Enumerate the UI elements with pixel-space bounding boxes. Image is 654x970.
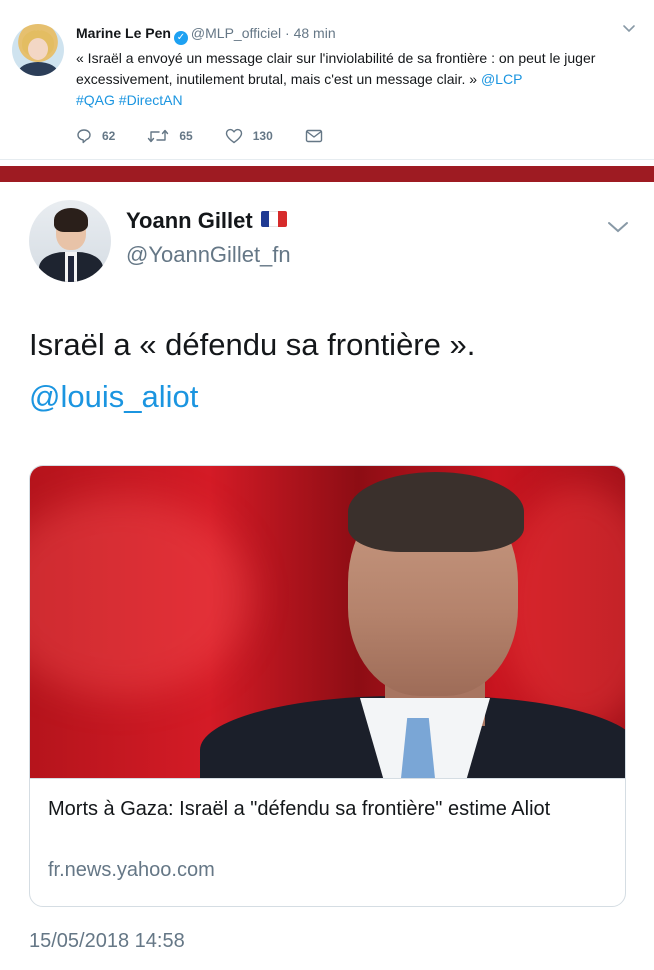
like-count: 130: [252, 129, 273, 143]
like-button[interactable]: 130: [225, 128, 273, 144]
quoted-tweet-marine-le-pen[interactable]: Marine Le Pen ✓ @MLP_officiel · 48 min « I…: [0, 0, 654, 160]
card-body: Morts à Gaza: Israël a "défendu sa front…: [30, 778, 625, 906]
author-name-block: Yoann Gillet: [126, 208, 287, 234]
reply-icon: [77, 129, 91, 144]
tweet-time[interactable]: 48 min: [294, 25, 336, 41]
tweet-text: Israël a « défendu sa frontière ».: [29, 327, 476, 362]
author-name[interactable]: Yoann Gillet: [126, 208, 253, 233]
card-title: Morts à Gaza: Israël a "défendu sa front…: [48, 798, 551, 820]
direct-message-button[interactable]: [305, 128, 333, 144]
avatar[interactable]: [12, 24, 64, 76]
retweet-icon: [148, 129, 169, 143]
tweet-actions: 62 65 130: [76, 128, 365, 144]
chevron-down-icon[interactable]: [606, 218, 630, 236]
chevron-down-icon[interactable]: [622, 22, 636, 36]
hashtags-link[interactable]: #QAG #DirectAN: [76, 92, 183, 108]
retweet-count: 65: [179, 129, 193, 143]
card-image: [30, 466, 625, 778]
tweet-timestamp[interactable]: 15/05/2018 14:58: [29, 930, 185, 953]
separator-dot: ·: [285, 25, 290, 41]
card-domain: fr.news.yahoo.com: [48, 859, 215, 881]
mention-link[interactable]: @LCP: [481, 71, 522, 87]
author-name[interactable]: Marine Le Pen: [76, 25, 171, 41]
avatar[interactable]: [29, 200, 111, 282]
red-divider: [0, 166, 654, 182]
mention-link[interactable]: @louis_aliot: [29, 378, 198, 416]
reply-button[interactable]: 62: [76, 128, 115, 144]
link-preview-card[interactable]: Morts à Gaza: Israël a "défendu sa front…: [29, 465, 626, 907]
french-flag-icon: [260, 211, 287, 227]
author-handle[interactable]: @MLP_officiel: [191, 25, 281, 41]
author-handle[interactable]: @YoannGillet_fn: [126, 242, 291, 268]
verified-icon: ✓: [173, 31, 188, 45]
tweet-text: « Israël a envoyé un message clair sur l…: [76, 48, 636, 111]
dm-icon: [305, 129, 322, 143]
reply-count: 62: [102, 129, 116, 143]
like-icon: [225, 128, 242, 144]
retweet-button[interactable]: 65: [147, 128, 193, 144]
tweet-header: Marine Le Pen ✓ @MLP_officiel · 48 min: [76, 25, 336, 45]
